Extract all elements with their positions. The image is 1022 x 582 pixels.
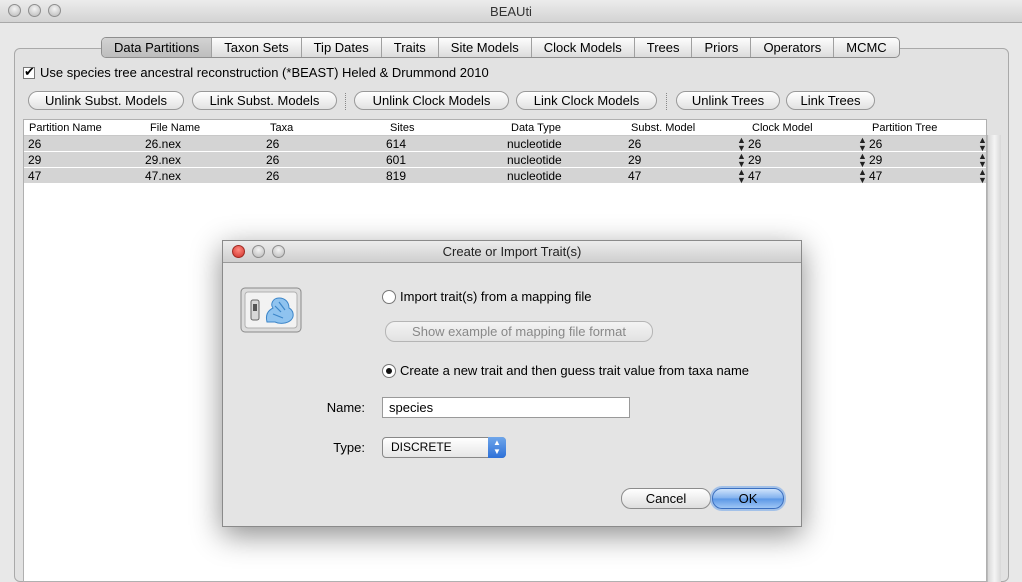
partition-tree-stepper-icon[interactable]: ▲ ▼	[978, 168, 987, 185]
data-type-cell: nucleotide	[507, 137, 562, 151]
file-name-cell: 29.nex	[145, 153, 182, 167]
tab-mcmc[interactable]: MCMC	[834, 38, 898, 57]
column-header[interactable]: Taxa	[270, 122, 293, 134]
table-row[interactable]: 47 47.nex 26 819 nucleotide 47 ▲ ▼ 47 ▲ ▼ …	[24, 168, 987, 185]
tab-taxon-sets[interactable]: Taxon Sets	[212, 38, 302, 57]
tab-priors[interactable]: Priors	[692, 38, 752, 57]
column-header[interactable]: Subst. Model	[631, 122, 695, 134]
separator	[345, 93, 346, 110]
unlink-clock-models-button[interactable]: Unlink Clock Models	[354, 91, 509, 110]
sites-cell: 601	[386, 153, 407, 167]
sites-cell: 819	[386, 169, 407, 183]
subst-model-stepper-icon[interactable]: ▲ ▼	[737, 168, 746, 185]
table-row[interactable]: 29 29.nex 26 601 nucleotide 29 ▲ ▼ 29 ▲ ▼ …	[24, 152, 987, 169]
partition-name-cell: 29	[28, 153, 42, 167]
table-row[interactable]: 26 26.nex 26 614 nucleotide 26 ▲ ▼ 26 ▲ ▼ …	[24, 136, 987, 153]
column-header[interactable]: Partition Name	[29, 122, 102, 134]
subst-model-stepper-icon[interactable]: ▲ ▼	[737, 136, 746, 153]
tab-site-models[interactable]: Site Models	[439, 38, 532, 57]
table-header: Partition Name File Name Taxa Sites Data…	[24, 120, 986, 136]
cancel-button[interactable]: Cancel	[621, 488, 711, 509]
import-trait-option[interactable]: Import trait(s) from a mapping file	[382, 289, 591, 304]
file-name-cell: 47.nex	[145, 169, 182, 183]
tab-operators[interactable]: Operators	[751, 38, 835, 57]
clock-model-cell[interactable]: 26	[748, 137, 761, 151]
taxa-cell: 26	[266, 153, 280, 167]
species-tree-label: Use species tree ancestral reconstructio…	[40, 65, 489, 80]
partition-name-cell: 47	[28, 169, 42, 183]
unlink-trees-button[interactable]: Unlink Trees	[676, 91, 780, 110]
clock-model-stepper-icon[interactable]: ▲ ▼	[858, 168, 867, 185]
clock-model-cell[interactable]: 47	[748, 169, 761, 183]
dialog-titlebar: Create or Import Trait(s)	[223, 241, 801, 263]
sites-cell: 614	[386, 137, 407, 151]
dialog-title: Create or Import Trait(s)	[442, 244, 582, 259]
taxa-cell: 26	[266, 137, 280, 151]
link-trees-button[interactable]: Link Trees	[786, 91, 875, 110]
column-header[interactable]: File Name	[150, 122, 200, 134]
tab-tip-dates[interactable]: Tip Dates	[302, 38, 382, 57]
subst-model-cell[interactable]: 26	[628, 137, 641, 151]
tab-trees[interactable]: Trees	[635, 38, 693, 57]
type-label: Type:	[333, 440, 365, 455]
main-tab-bar: Data Partitions Taxon Sets Tip Dates Tra…	[101, 37, 900, 58]
create-trait-option[interactable]: Create a new trait and then guess trait …	[382, 363, 749, 378]
file-name-cell: 26.nex	[145, 137, 182, 151]
table-scrollbar[interactable]	[987, 135, 1001, 582]
name-label: Name:	[326, 400, 365, 415]
link-clock-models-button[interactable]: Link Clock Models	[516, 91, 657, 110]
create-trait-radio[interactable]	[382, 363, 396, 378]
tab-data-partitions[interactable]: Data Partitions	[102, 38, 213, 57]
select-arrows-icon: ▲ ▼	[488, 437, 506, 458]
species-tree-checkbox[interactable]	[23, 64, 35, 80]
subst-model-stepper-icon[interactable]: ▲ ▼	[737, 152, 746, 169]
separator	[666, 93, 667, 110]
unlink-subst-models-button[interactable]: Unlink Subst. Models	[28, 91, 184, 110]
create-trait-label: Create a new trait and then guess trait …	[400, 363, 750, 378]
trait-type-select[interactable]: DISCRETE ▲ ▼	[382, 437, 506, 458]
column-header[interactable]: Clock Model	[752, 122, 813, 134]
column-header[interactable]: Sites	[390, 122, 414, 134]
import-trait-radio[interactable]	[382, 289, 396, 304]
subst-model-cell[interactable]: 47	[628, 169, 641, 183]
trait-name-input[interactable]	[382, 397, 630, 418]
species-tree-option[interactable]: Use species tree ancestral reconstructio…	[23, 64, 489, 80]
clock-model-stepper-icon[interactable]: ▲ ▼	[858, 136, 867, 153]
partition-tree-cell[interactable]: 26	[869, 137, 882, 151]
beauti-app-icon	[239, 286, 303, 334]
subst-model-cell[interactable]: 29	[628, 153, 641, 167]
data-type-cell: nucleotide	[507, 169, 562, 183]
partition-tree-stepper-icon[interactable]: ▲ ▼	[978, 136, 987, 153]
partition-tree-stepper-icon[interactable]: ▲ ▼	[978, 152, 987, 169]
create-import-trait-dialog: Create or Import Trait(s) Import trait(s…	[222, 240, 802, 527]
clock-model-stepper-icon[interactable]: ▲ ▼	[858, 152, 867, 169]
link-subst-models-button[interactable]: Link Subst. Models	[192, 91, 337, 110]
partition-tree-cell[interactable]: 29	[869, 153, 882, 167]
column-header[interactable]: Data Type	[511, 122, 561, 134]
clock-model-cell[interactable]: 29	[748, 153, 761, 167]
tab-traits[interactable]: Traits	[382, 38, 439, 57]
show-example-button: Show example of mapping file format	[385, 321, 653, 342]
window-titlebar: BEAUti	[0, 0, 1022, 23]
partition-name-cell: 26	[28, 137, 42, 151]
data-type-cell: nucleotide	[507, 153, 562, 167]
tab-clock-models[interactable]: Clock Models	[532, 38, 635, 57]
partition-tree-cell[interactable]: 47	[869, 169, 882, 183]
window-title: BEAUti	[490, 4, 532, 19]
import-trait-label: Import trait(s) from a mapping file	[400, 289, 592, 304]
column-header[interactable]: Partition Tree	[872, 122, 937, 134]
ok-button[interactable]: OK	[712, 488, 784, 509]
taxa-cell: 26	[266, 169, 280, 183]
trait-type-value: DISCRETE	[391, 440, 452, 454]
